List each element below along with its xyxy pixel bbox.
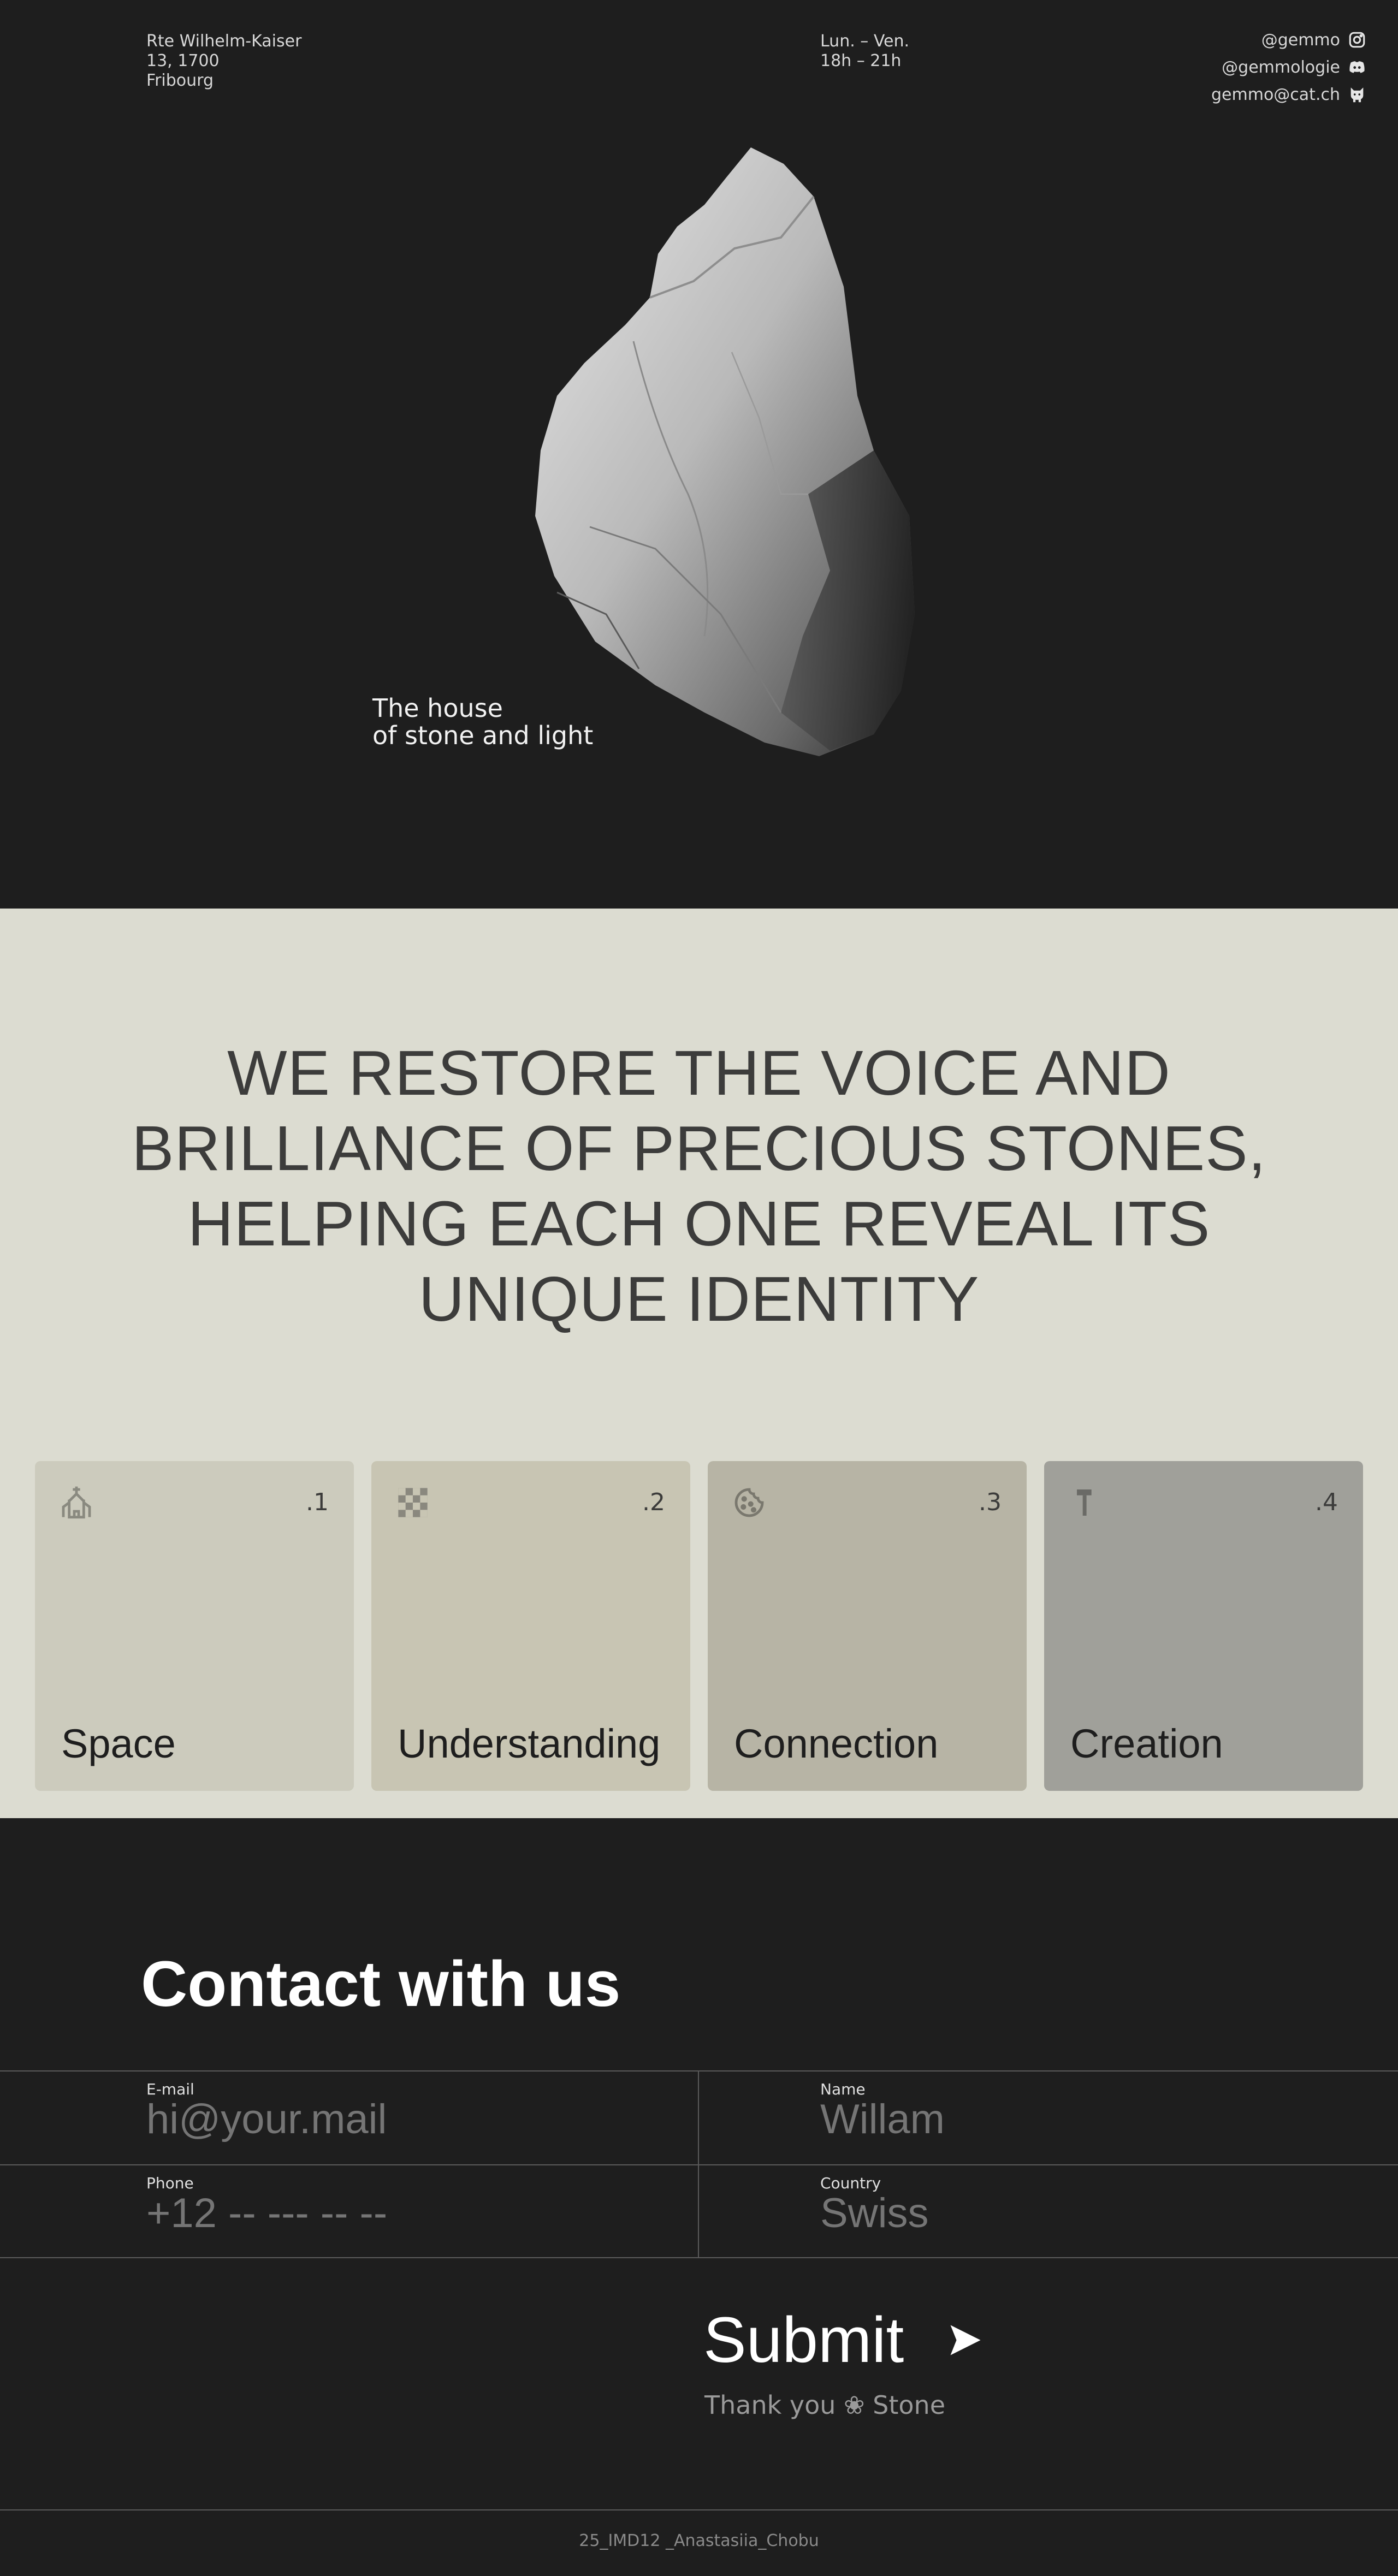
cat-icon [1350,87,1364,103]
instagram-icon [1349,32,1365,48]
value-cards: .1 Space .2 Understanding .3 Connection … [35,1461,1363,1791]
name-field-container: Name [699,2072,1398,2164]
card-understanding[interactable]: .2 Understanding [371,1461,690,1791]
hero-tagline: The house of stone and light [372,693,594,750]
country-input[interactable] [820,2189,1312,2237]
phone-input[interactable] [146,2189,638,2237]
contact-title: Contact with us [141,1948,621,2020]
email-input[interactable] [146,2096,638,2143]
contact-section: Contact with us E-mail Name Phone Countr… [0,1818,1398,2576]
stone-image [535,147,915,756]
card-creation[interactable]: .4 Creation [1044,1461,1363,1791]
discord-link[interactable]: @gemmologie [1211,54,1366,81]
hammer-icon [1077,1489,1092,1516]
checker-icon [398,1488,428,1517]
card-space[interactable]: .1 Space [35,1461,354,1791]
instagram-link[interactable]: @gemmo [1211,26,1366,54]
name-input[interactable] [820,2096,1312,2143]
form-row: Phone Country [0,2164,1398,2258]
footer-divider [0,2509,1398,2510]
address: Rte Wilhelm-Kaiser 13, 1700 Fribourg [146,32,302,90]
email-field-container: E-mail [0,2072,699,2164]
opening-hours: Lun. – Ven. 18h – 21h [820,32,910,70]
country-field-container: Country [699,2165,1398,2257]
mission-section: WE RESTORE THE VOICE AND BRILLIANCE OF P… [0,909,1398,1818]
form-row: E-mail Name [0,2070,1398,2164]
phone-field-container: Phone [0,2165,699,2257]
mission-statement: WE RESTORE THE VOICE AND BRILLIANCE OF P… [132,1037,1266,1334]
social-links: @gemmo @gemmologie gemmo@cat.ch [1211,26,1366,108]
cookie-icon [734,1488,764,1517]
contact-form: E-mail Name Phone Country [0,2070,1398,2258]
submit-button[interactable]: Submit [703,2303,984,2377]
discord-icon [1349,61,1365,73]
church-icon [62,1486,91,1519]
thank-you-text: Thank you ❀ Stone [704,2390,945,2420]
email-link[interactable]: gemmo@cat.ch [1211,81,1366,108]
hero-section: Rte Wilhelm-Kaiser 13, 1700 Fribourg Lun… [0,0,1398,909]
send-arrow-icon [950,2325,981,2355]
card-connection[interactable]: .3 Connection [708,1461,1027,1791]
footer-credit: 25_IMD12 _Anastasiia_Chobu [579,2531,819,2550]
